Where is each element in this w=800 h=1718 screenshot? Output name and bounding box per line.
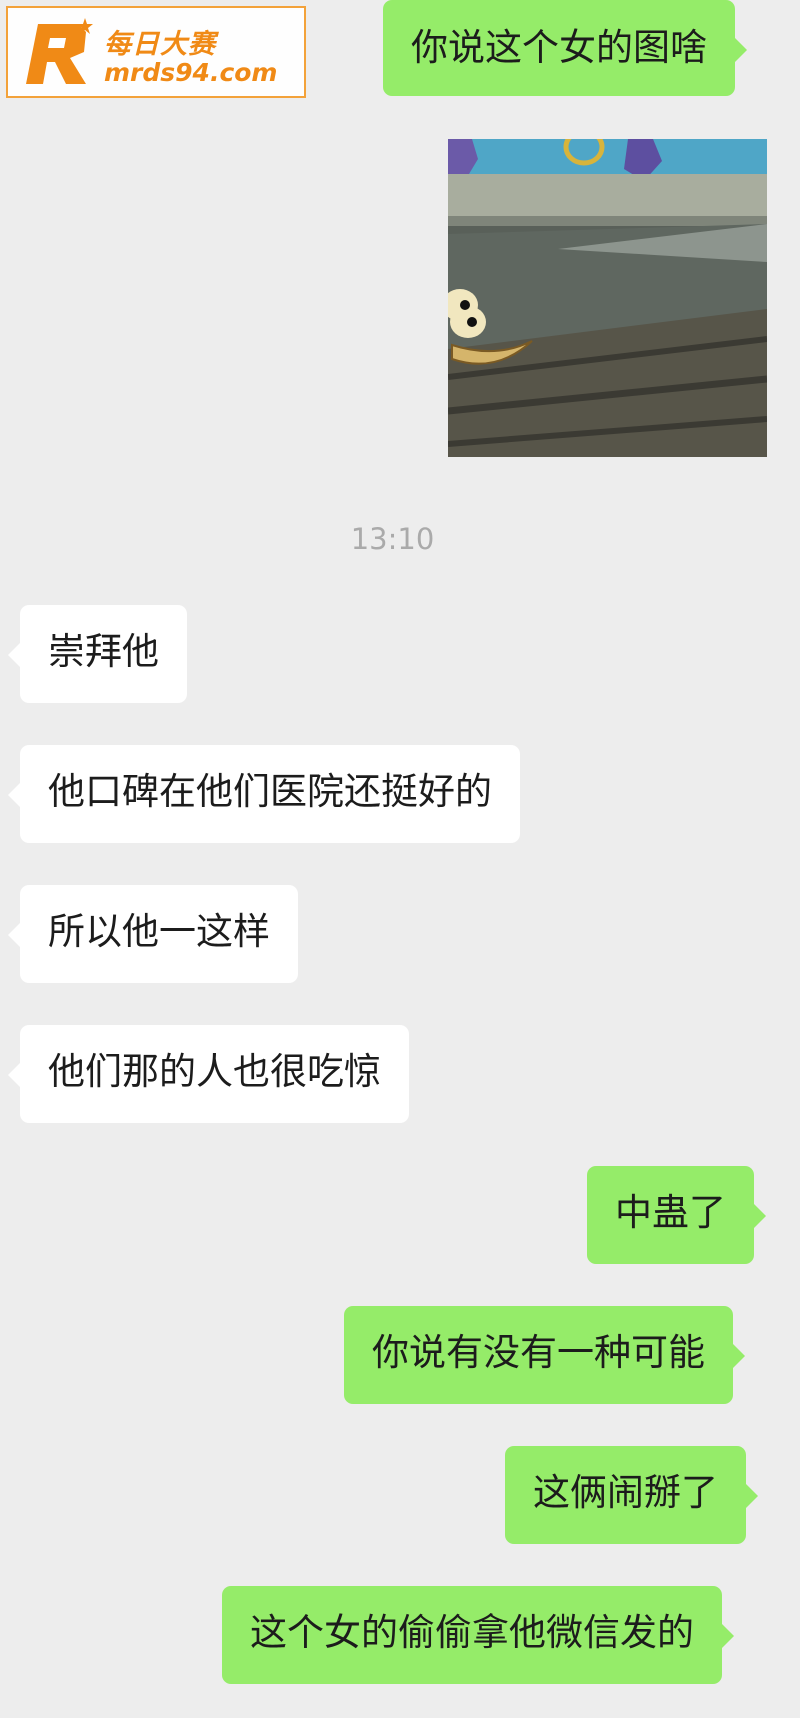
message-text: 这俩闹掰了 [533, 1471, 718, 1514]
chat-window: R 每日大赛 mrds94.com 你说这个女的图啥 13:10 [0, 0, 800, 1718]
message-bubble-outgoing[interactable]: 这俩闹掰了 [505, 1446, 758, 1544]
brand-logo-icon: R [26, 18, 93, 84]
message-bubble-incoming[interactable]: 崇拜他 [8, 605, 187, 703]
watermark-title: 每日大赛 [104, 29, 216, 60]
message-text: 崇拜他 [48, 630, 159, 673]
watermark: R 每日大赛 mrds94.com [6, 6, 306, 98]
message-bubble-outgoing[interactable]: 这个女的偷偷拿他微信发的 [222, 1586, 734, 1684]
message-bubble-incoming[interactable]: 他口碑在他们医院还挺好的 [8, 745, 520, 843]
message-bubble-incoming[interactable]: 他们那的人也很吃惊 [8, 1025, 409, 1123]
message-timestamp: 13:10 [350, 522, 435, 556]
message-text: 他口碑在他们医院还挺好的 [48, 770, 492, 813]
message-text: 你说这个女的图啥 [411, 26, 707, 69]
message-bubble-incoming[interactable]: 所以他一这样 [8, 885, 298, 983]
message-bubble-outgoing[interactable]: 中蛊了 [587, 1166, 766, 1264]
spongebob-sticker-image [448, 139, 767, 457]
message-bubble-outgoing[interactable]: 你说这个女的图啥 [383, 0, 747, 96]
message-bubble-outgoing[interactable]: 你说有没有一种可能 [344, 1306, 745, 1404]
message-text: 你说有没有一种可能 [372, 1331, 705, 1374]
image-message[interactable] [448, 139, 767, 457]
message-text: 中蛊了 [615, 1191, 726, 1234]
message-text: 他们那的人也很吃惊 [48, 1050, 381, 1093]
message-text: 这个女的偷偷拿他微信发的 [250, 1611, 694, 1654]
message-text: 所以他一这样 [48, 910, 270, 953]
watermark-url: mrds94.com [104, 58, 278, 87]
